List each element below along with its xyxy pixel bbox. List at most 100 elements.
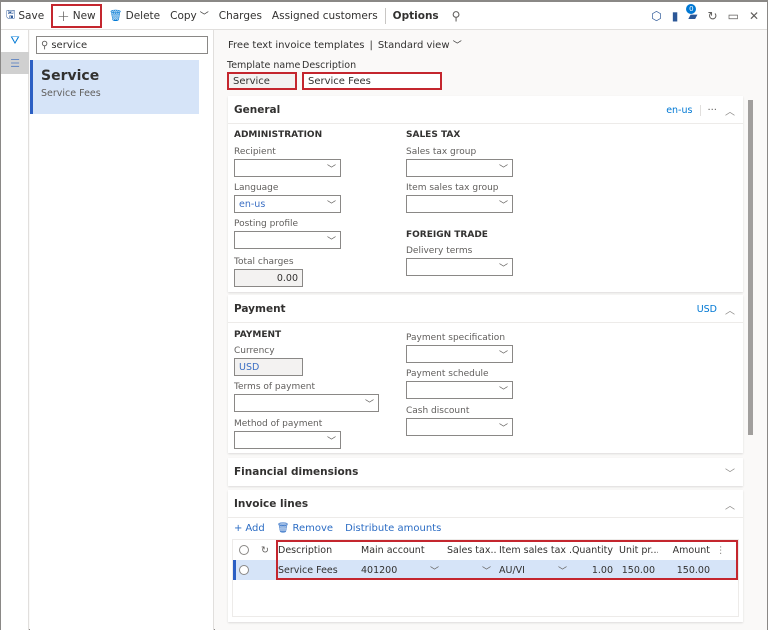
invoice-lines-toolbar: + Add 🗑 Remove Distribute amounts [228, 518, 743, 539]
foreign-trade-group-title: FOREIGN TRADE [406, 230, 488, 240]
cell-description[interactable]: Service Fees [275, 560, 358, 580]
search-icon[interactable]: ⚲ [444, 9, 469, 23]
description-input[interactable]: Service Fees [302, 72, 442, 90]
chevron-up-icon[interactable]: ︿ [725, 497, 735, 512]
delivery-terms-field: Delivery terms ﹀ [406, 246, 513, 276]
list-pane: ⚲ service Service Service Fees [30, 30, 214, 630]
payment-header[interactable]: Payment USD ︿ [228, 295, 743, 323]
cell-sales-tax[interactable]: ﹀ [444, 560, 496, 580]
chevron-down-icon: ﹀ [326, 165, 336, 175]
posting-profile-field: Posting profile ﹀ [234, 219, 341, 249]
col-amount[interactable]: Amount [658, 540, 713, 560]
view-selector[interactable]: Standard view [378, 40, 450, 51]
sales-tax-group-select[interactable]: ﹀ [406, 159, 513, 177]
cell-amount[interactable]: 150.00 [658, 560, 713, 580]
new-button[interactable]: + New [51, 3, 102, 28]
language-field: Language en-us ﹀ [234, 183, 341, 213]
save-icon: 🖫 [6, 8, 16, 21]
chevron-down-icon: ﹀ [498, 201, 508, 211]
row-select-radio[interactable] [233, 560, 255, 580]
copy-button[interactable]: Copy ﹀ [165, 5, 214, 27]
cash-discount-select[interactable]: ﹀ [406, 418, 513, 436]
chevron-down-icon: ﹀ [498, 387, 508, 397]
invoice-lines-header[interactable]: Invoice lines ︿ [228, 490, 743, 518]
action-pane: 🖫 Save + New 🗑 Delete Copy ﹀ Charges Ass… [1, 2, 767, 30]
office-icon[interactable]: ▮ [672, 9, 679, 23]
language-select[interactable]: en-us ﹀ [234, 195, 341, 213]
table-row[interactable]: Service Fees 401200 ﹀ ﹀ AU/VI ﹀ 1.00 150.0… [233, 560, 738, 580]
recipient-select[interactable]: ﹀ [234, 159, 341, 177]
payment-schedule-select[interactable]: ﹀ [406, 381, 513, 399]
currency-input[interactable]: USD [234, 358, 303, 376]
payment-section: Payment USD ︿ PAYMENT Currency USD Terms… [228, 295, 743, 453]
payment-specification-select[interactable]: ﹀ [406, 345, 513, 363]
chevron-down-icon: ﹀ [326, 201, 336, 211]
chevron-down-icon[interactable]: ﹀ [725, 465, 735, 480]
remove-line-button[interactable]: 🗑 Remove [277, 523, 333, 534]
total-charges-field: Total charges 0.00 [234, 257, 303, 287]
vertical-scrollbar[interactable] [748, 100, 753, 435]
general-summary: en-us [666, 104, 693, 116]
breadcrumb: Free text invoice templates | Standard vie… [228, 40, 462, 51]
cell-quantity[interactable]: 1.00 [572, 560, 616, 580]
chevron-up-icon[interactable]: ︿ [725, 103, 735, 118]
refresh-icon[interactable]: ↻ [708, 9, 718, 23]
chevron-up-icon[interactable]: ︿ [725, 302, 735, 317]
terms-of-payment-field: Terms of payment ﹀ [234, 382, 379, 412]
notifications-icon[interactable]: ▰ 0 [686, 4, 698, 23]
recipient-field: Recipient ﹀ [234, 147, 341, 177]
delivery-terms-select[interactable]: ﹀ [406, 258, 513, 276]
col-sales-tax[interactable]: Sales tax... [444, 540, 496, 560]
list-item-subtitle: Service Fees [41, 88, 101, 99]
cell-item-sales-tax[interactable]: AU/VI ﹀ [496, 560, 572, 580]
chevron-down-icon: ﹀ [498, 351, 508, 361]
invoice-lines-grid: ↻ Description Main account Sales tax... … [232, 539, 739, 617]
save-button[interactable]: 🖫 Save [1, 5, 49, 27]
template-name-input[interactable]: Service [227, 72, 297, 90]
invoice-lines-section: Invoice lines ︿ + Add 🗑 Remove Distribute … [228, 490, 743, 622]
open-new-window-icon[interactable]: ▭ [728, 9, 739, 23]
financial-dimensions-header[interactable]: Financial dimensions ﹀ [228, 458, 743, 486]
charges-button[interactable]: Charges [214, 5, 267, 27]
terms-of-payment-select[interactable]: ﹀ [234, 394, 379, 412]
list-item[interactable]: Service Service Fees [30, 60, 199, 114]
financial-dimensions-section: Financial dimensions ﹀ [228, 458, 743, 486]
window-controls: ⬡ ▮ ▰ 0 ↻ ▭ ✕ [651, 2, 759, 30]
col-item-sales-tax[interactable]: Item sales tax ... [496, 540, 572, 560]
chevron-down-icon: ﹀ [452, 41, 462, 51]
col-quantity[interactable]: Quantity [572, 540, 616, 560]
chevron-down-icon: ﹀ [199, 12, 209, 22]
column-options-icon[interactable]: ⋮ [713, 540, 725, 560]
power-apps-icon[interactable]: ⬡ [651, 9, 661, 23]
refresh-icon[interactable]: ↻ [255, 540, 275, 560]
col-description[interactable]: Description [275, 540, 358, 560]
chevron-down-icon: ﹀ [326, 237, 336, 247]
more-icon[interactable]: ··· [700, 104, 717, 116]
list-icon[interactable]: ☰ [1, 52, 29, 74]
general-section: General en-us ··· ︿ ADMINISTRATION Recip… [228, 96, 743, 292]
assigned-customers-button[interactable]: Assigned customers [267, 5, 383, 27]
cash-discount-field: Cash discount ﹀ [406, 406, 513, 436]
options-tab[interactable]: Options [388, 5, 444, 27]
select-all-radio[interactable] [233, 540, 255, 560]
general-header[interactable]: General en-us ··· ︿ [228, 96, 743, 124]
delete-button[interactable]: 🗑 Delete [104, 5, 165, 27]
list-search-input[interactable]: ⚲ service [36, 36, 208, 54]
details-pane: Free text invoice templates | Standard vie… [215, 30, 767, 630]
chevron-down-icon: ﹀ [326, 437, 336, 447]
distribute-amounts-button[interactable]: Distribute amounts [345, 523, 441, 534]
add-line-button[interactable]: + Add [234, 523, 265, 534]
total-charges-input[interactable]: 0.00 [234, 269, 303, 287]
close-icon[interactable]: ✕ [749, 9, 759, 23]
cell-main-account[interactable]: 401200 ﹀ [358, 560, 444, 580]
item-sales-tax-group-select[interactable]: ﹀ [406, 195, 513, 213]
col-main-account[interactable]: Main account [358, 540, 444, 560]
filter-icon[interactable]: ⛛ [1, 30, 29, 52]
chevron-down-icon: ﹀ [498, 264, 508, 274]
cell-unit-price[interactable]: 150.00 [616, 560, 658, 580]
notification-badge: 0 [686, 4, 697, 14]
payment-schedule-field: Payment schedule ﹀ [406, 369, 513, 399]
method-of-payment-select[interactable]: ﹀ [234, 431, 341, 449]
col-unit-price[interactable]: Unit pr... [616, 540, 658, 560]
posting-profile-select[interactable]: ﹀ [234, 231, 341, 249]
